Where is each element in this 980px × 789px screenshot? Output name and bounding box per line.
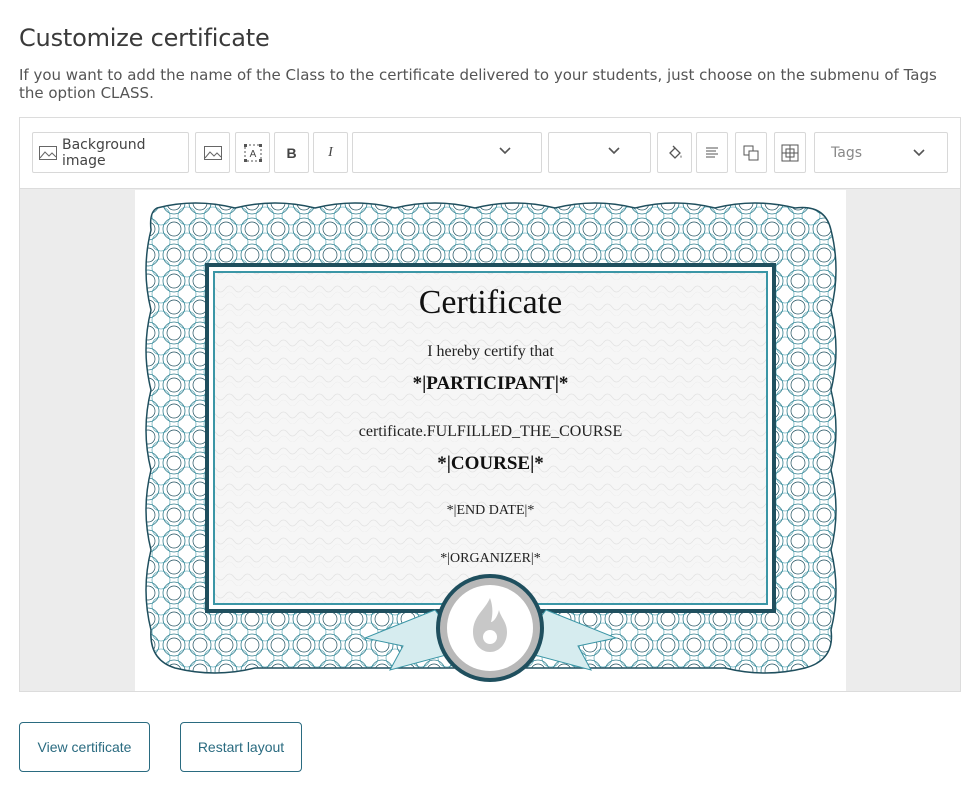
font-size-select[interactable] [548, 132, 651, 173]
font-family-select[interactable] [352, 132, 542, 173]
align-left-icon [705, 147, 719, 159]
restart-layout-button[interactable]: Restart layout [180, 722, 302, 772]
center-element-button[interactable] [774, 132, 806, 173]
course-tag[interactable]: *|COURSE|* [135, 453, 846, 475]
text-box-glyph: A [249, 149, 256, 160]
paint-bucket-icon [667, 145, 683, 161]
certificate-preview[interactable]: Certificate I hereby certify that *|PART… [135, 190, 846, 691]
certificate-canvas: Certificate I hereby certify that *|PART… [20, 190, 960, 691]
intro-text: If you want to add the name of the Class… [19, 66, 937, 102]
chevron-down-icon [499, 147, 511, 155]
align-button[interactable] [696, 132, 728, 173]
fulfilled-course-text[interactable]: certificate.FULFILLED_THE_COURSE [135, 423, 846, 441]
fill-color-button[interactable] [657, 132, 692, 173]
center-element-icon [781, 144, 799, 162]
editor-toolbar: Background image A B I Tags [20, 118, 960, 189]
certificate-title: Certificate [418, 284, 563, 321]
insert-image-button[interactable] [195, 132, 230, 173]
bring-forward-icon [743, 145, 759, 161]
tags-select[interactable]: Tags [814, 132, 948, 173]
page-title: Customize certificate [19, 24, 270, 52]
image-icon [39, 145, 57, 160]
chevron-down-icon [913, 148, 925, 157]
chevron-down-icon [608, 147, 620, 155]
view-certificate-button[interactable]: View certificate [19, 722, 150, 772]
background-image-label: Background image [62, 136, 146, 169]
text-box-button[interactable]: A [235, 132, 270, 173]
bring-forward-button[interactable] [735, 132, 767, 173]
image-icon [203, 145, 222, 160]
end-date-tag[interactable]: *|END DATE|* [135, 503, 846, 519]
certificate-editor: Background image A B I Tags Certificate … [19, 117, 961, 692]
certificate-certify-text: I hereby certify that [427, 343, 554, 360]
bold-button[interactable]: B [274, 132, 309, 173]
background-image-button[interactable]: Background image [32, 132, 189, 173]
tags-label: Tags [831, 144, 862, 161]
organizer-tag[interactable]: *|ORGANIZER|* [135, 551, 846, 567]
participant-tag[interactable]: *|PARTICIPANT|* [135, 373, 846, 395]
italic-button[interactable]: I [313, 132, 348, 173]
text-box-icon: A [243, 143, 262, 162]
